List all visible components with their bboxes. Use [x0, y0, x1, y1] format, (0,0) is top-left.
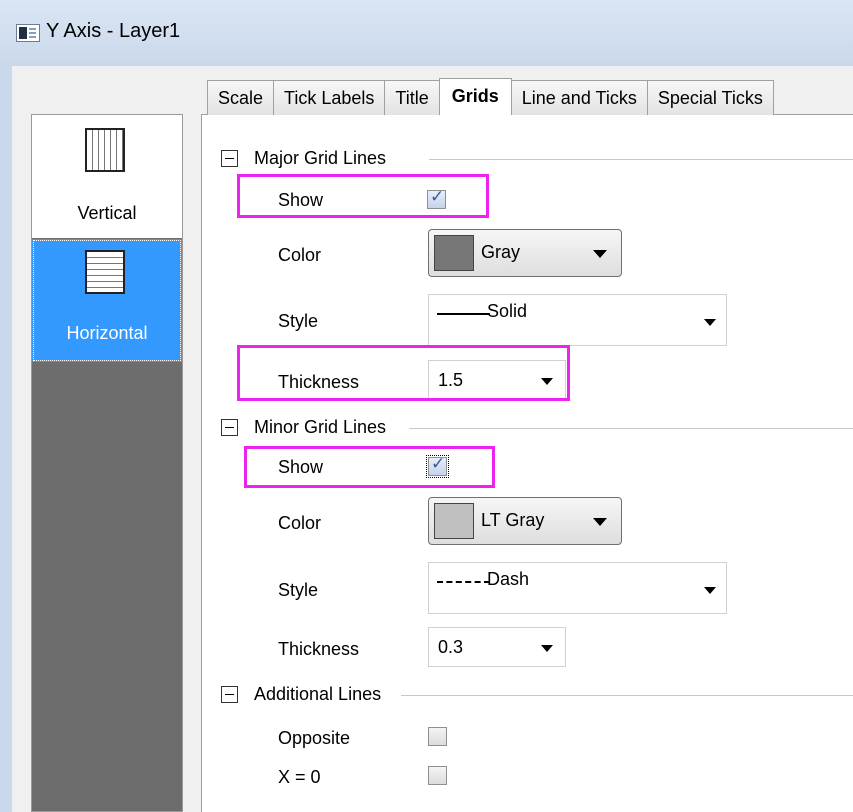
- minor-thickness-label: Thickness: [278, 639, 360, 659]
- chevron-down-icon: [593, 518, 607, 526]
- opposite-checkbox[interactable]: [428, 727, 447, 746]
- minor-style-dropdown[interactable]: Dash: [428, 562, 727, 614]
- major-color-dropdown[interactable]: Gray: [428, 229, 622, 277]
- minor-style-label: Style: [278, 580, 319, 600]
- additional-lines-group: Additional Lines: [221, 684, 853, 708]
- x-zero-label: X = 0: [278, 767, 321, 787]
- color-swatch: [434, 503, 474, 539]
- tab-scale[interactable]: Scale: [207, 80, 275, 115]
- major-thickness-label: Thickness: [278, 372, 360, 392]
- group-title: Major Grid Lines: [254, 148, 387, 168]
- minor-show-checkbox[interactable]: [426, 454, 449, 478]
- dash-line-preview: [437, 581, 490, 583]
- opposite-label: Opposite: [278, 728, 351, 748]
- collapse-major-button[interactable]: [221, 150, 238, 167]
- window-frame: [0, 66, 12, 812]
- major-show-checkbox[interactable]: [427, 187, 446, 209]
- major-thickness-dropdown[interactable]: 1.5: [428, 360, 566, 400]
- title-bar: Y Axis - Layer1: [0, 0, 853, 66]
- horizontal-grid-icon: [85, 250, 125, 294]
- panel-item-vertical[interactable]: Vertical: [32, 115, 182, 238]
- tab-tick-labels[interactable]: Tick Labels: [273, 80, 386, 115]
- tab-title[interactable]: Title: [384, 80, 440, 115]
- minor-thickness-dropdown[interactable]: 0.3: [428, 627, 566, 667]
- group-divider: [401, 695, 853, 696]
- major-style-label: Style: [278, 311, 319, 331]
- tab-special-ticks[interactable]: Special Ticks: [646, 80, 774, 115]
- tab-grids[interactable]: Grids: [438, 78, 512, 115]
- vertical-grid-icon: [85, 128, 125, 172]
- panel-item-label: Vertical: [77, 203, 137, 223]
- color-value: Gray: [481, 242, 521, 262]
- group-title: Minor Grid Lines: [254, 417, 387, 437]
- tab-strip: Scale Tick Labels Title Grids Line and T…: [207, 78, 774, 115]
- style-value: Dash: [487, 569, 530, 589]
- chevron-down-icon: [541, 645, 553, 652]
- window-title: Y Axis - Layer1: [46, 20, 181, 42]
- solid-line-preview: [437, 313, 490, 315]
- color-value: LT Gray: [481, 510, 545, 530]
- y-axis-dialog: Y Axis - Layer1 Vertical Horizontal Scal…: [0, 0, 853, 812]
- tab-line-and-ticks[interactable]: Line and Ticks: [510, 80, 648, 115]
- thickness-value: 0.3: [438, 637, 464, 657]
- thickness-value: 1.5: [438, 370, 464, 390]
- major-color-label: Color: [278, 245, 322, 265]
- major-style-dropdown[interactable]: Solid: [428, 294, 727, 346]
- collapse-additional-button[interactable]: [221, 686, 238, 703]
- axis-selector-panel: Vertical Horizontal: [31, 114, 183, 812]
- major-grid-lines-group: Major Grid Lines: [221, 148, 853, 172]
- chevron-down-icon: [541, 378, 553, 385]
- minor-show-label: Show: [278, 457, 324, 477]
- panel-item-label: Horizontal: [66, 323, 148, 343]
- minor-color-dropdown[interactable]: LT Gray: [428, 497, 622, 545]
- collapse-minor-button[interactable]: [221, 419, 238, 436]
- minor-grid-lines-group: Minor Grid Lines: [221, 417, 853, 441]
- color-swatch: [434, 235, 474, 271]
- panel-item-horizontal[interactable]: Horizontal: [32, 239, 182, 362]
- group-title: Additional Lines: [254, 684, 382, 704]
- chevron-down-icon: [704, 319, 716, 326]
- chevron-down-icon: [593, 250, 607, 258]
- chevron-down-icon: [704, 587, 716, 594]
- minor-color-label: Color: [278, 513, 322, 533]
- major-show-label: Show: [278, 190, 324, 210]
- group-divider: [429, 159, 853, 160]
- group-divider: [409, 428, 853, 429]
- x-zero-checkbox[interactable]: [428, 766, 447, 785]
- style-value: Solid: [487, 301, 528, 321]
- window-icon: [16, 24, 40, 42]
